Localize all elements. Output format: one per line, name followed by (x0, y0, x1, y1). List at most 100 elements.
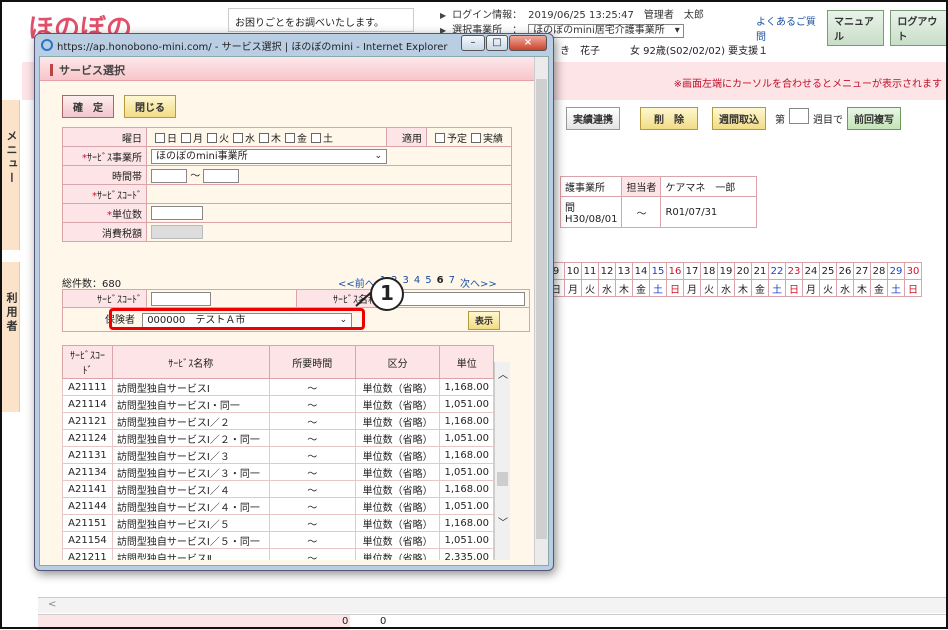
calendar-day: 20 (734, 262, 752, 280)
list-row[interactable]: A21211 訪問型独自サービスⅡ 〜単位数（省略） 2,335.00 (62, 548, 494, 560)
minimize-icon[interactable]: – (461, 35, 485, 51)
list-cell: 単位数（省略） (354, 531, 441, 549)
weekday-checkbox[interactable] (233, 132, 243, 143)
list-cell: 訪問型独自サービスⅡ (111, 548, 270, 560)
list-row[interactable]: A21111 訪問型独自サービスⅠ 〜単位数（省略） 1,168.00 (62, 378, 494, 396)
weekday-checkbox[interactable] (285, 132, 295, 143)
list-cell: 単位数（省略） (354, 514, 441, 532)
pagination: <<前へ1234567次へ>> (338, 275, 497, 290)
patient-info: き 花子 女 92歳(S02/02/02) 要支援１ (560, 46, 769, 57)
weekday-checkbox[interactable] (207, 132, 217, 143)
weekday-checkbox[interactable] (311, 132, 321, 143)
list-header: ｻｰﾋﾞｽ名称 (111, 345, 270, 379)
list-row[interactable]: A21121 訪問型独自サービスⅠ／２ 〜単位数（省略） 1,168.00 (62, 412, 494, 430)
manual-button[interactable]: マニュアル (827, 10, 885, 46)
list-row[interactable]: A21131 訪問型独自サービスⅠ／３ 〜単位数（省略） 1,168.00 (62, 446, 494, 464)
list-cell: 1,051.00 (439, 429, 494, 447)
list-scrollbar[interactable]: ︿ ﹀ (494, 362, 510, 560)
page-link[interactable]: 3 (403, 275, 409, 290)
faq-link[interactable]: よくあるご質問 (756, 13, 817, 43)
close-icon[interactable]: × (509, 35, 547, 51)
weekday-checkbox[interactable] (181, 132, 191, 143)
calendar-weekday: 土 (649, 279, 667, 297)
chevron-down-icon[interactable]: ﹀ (498, 514, 508, 529)
calendar-weekday: 金 (632, 279, 650, 297)
calendar-weekday: 月 (683, 279, 701, 297)
calendar-day: 11 (581, 262, 599, 280)
jisseki-button[interactable]: 実績連携 (566, 107, 620, 130)
list-row[interactable]: A21134 訪問型独自サービスⅠ／３・同一〜単位数（省略） 1,051.00 (62, 463, 494, 481)
calendar-day: 26 (836, 262, 854, 280)
list-cell: 単位数（省略） (354, 378, 441, 396)
list-cell: 単位数（省略） (354, 480, 441, 498)
list-cell: 訪問型独自サービスⅠ／３ (111, 446, 270, 464)
calendar-day: 22 (768, 262, 786, 280)
search-name-input[interactable] (387, 291, 525, 306)
popup-scrollbar[interactable] (534, 57, 548, 565)
search-code-input[interactable] (151, 291, 211, 306)
side-menu-tab[interactable]: メニュー (0, 100, 20, 250)
units-input[interactable] (151, 206, 203, 220)
calendar-weekday: 木 (615, 279, 633, 297)
confirm-button[interactable]: 確 定 (62, 95, 114, 118)
apply-actual-checkbox[interactable] (471, 132, 481, 143)
week-suffix: 週目で (813, 115, 843, 126)
calendar-weekday: 土 (887, 279, 905, 297)
calendar-day: 15 (649, 262, 667, 280)
weekday-checkbox[interactable] (259, 132, 269, 143)
apply-plan-checkbox[interactable] (435, 132, 445, 143)
list-row[interactable]: A21114 訪問型独自サービスⅠ・同一〜単位数（省略） 1,051.00 (62, 395, 494, 413)
list-row[interactable]: A21154 訪問型独自サービスⅠ／５・同一〜単位数（省略） 1,051.00 (62, 531, 494, 549)
list-cell: 単位数（省略） (354, 429, 441, 447)
list-cell: 1,051.00 (439, 395, 494, 413)
calendar-weekday: 日 (666, 279, 684, 297)
list-row[interactable]: A21124 訪問型独自サービスⅠ／２・同一〜単位数（省略） 1,051.00 (62, 429, 494, 447)
page-link[interactable]: 4 (414, 275, 420, 290)
office-select[interactable]: ほのぼのmini事業所 ⌄ (151, 148, 387, 164)
show-button[interactable]: 表示 (468, 311, 501, 330)
delete-button[interactable]: 削 除 (640, 107, 698, 130)
weekly-import-button[interactable]: 週間取込 (712, 107, 766, 130)
list-cell: 〜 (268, 531, 356, 549)
close-button[interactable]: 閉じる (124, 95, 176, 118)
calendar-weekday: 土 (768, 279, 786, 297)
scroll-left-icon[interactable]: < (48, 599, 56, 610)
maximize-icon[interactable]: □ (486, 35, 508, 51)
time-to-input[interactable] (203, 169, 240, 183)
list-row[interactable]: A21151 訪問型独自サービスⅠ／５ 〜単位数（省略） 1,168.00 (62, 514, 494, 532)
time-from-input[interactable] (151, 169, 187, 183)
page-link[interactable]: 7 (449, 275, 455, 290)
logout-button[interactable]: ログアウト (890, 10, 948, 46)
chevron-down-icon: ⌄ (374, 150, 382, 161)
week-number-input[interactable] (789, 108, 809, 124)
list-cell: 〜 (268, 429, 356, 447)
list-cell: 1,168.00 (439, 412, 494, 430)
page-link[interactable]: 6 (437, 275, 444, 290)
list-row[interactable]: A21144 訪問型独自サービスⅠ／４・同一〜単位数（省略） 1,051.00 (62, 497, 494, 515)
list-header: ｻｰﾋﾞｽｺｰﾄﾞ (62, 345, 113, 379)
page-link[interactable]: 5 (425, 275, 431, 290)
calendar-day: 21 (751, 262, 769, 280)
side-user-tab[interactable]: 利用者 (0, 262, 20, 412)
list-cell: 訪問型独自サービスⅠ／４ (111, 480, 270, 498)
week-prefix: 第 (775, 115, 785, 126)
list-cell: 〜 (268, 480, 356, 498)
list-row[interactable]: A21141 訪問型独自サービスⅠ／４ 〜単位数（省略） 1,168.00 (62, 480, 494, 498)
calendar-weekday: 金 (870, 279, 888, 297)
calendar-weekday: 水 (717, 279, 735, 297)
total-count: 総件数：680 (62, 279, 122, 290)
list-cell: A21124 (62, 429, 113, 447)
help-search-box[interactable]: お困りごとをお調べいたします。 (228, 8, 414, 32)
weekday-checkbox[interactable] (155, 132, 165, 143)
calendar-weekday: 日 (785, 279, 803, 297)
horizontal-scrollbar[interactable]: < (38, 597, 946, 613)
service-select-window: https://ap.honobono-mini.com/ - サービス選択 |… (34, 33, 554, 571)
list-cell: 単位数（省略） (354, 446, 441, 464)
page-link[interactable]: <<前へ (338, 275, 375, 290)
chevron-up-icon[interactable]: ︿ (498, 366, 508, 381)
page-link[interactable]: 次へ>> (460, 275, 497, 290)
window-titlebar[interactable]: https://ap.honobono-mini.com/ - サービス選択 |… (35, 34, 553, 56)
calendar-day: 29 (887, 262, 905, 280)
calendar-day: 13 (615, 262, 633, 280)
prev-copy-button[interactable]: 前回複写 (847, 107, 901, 130)
